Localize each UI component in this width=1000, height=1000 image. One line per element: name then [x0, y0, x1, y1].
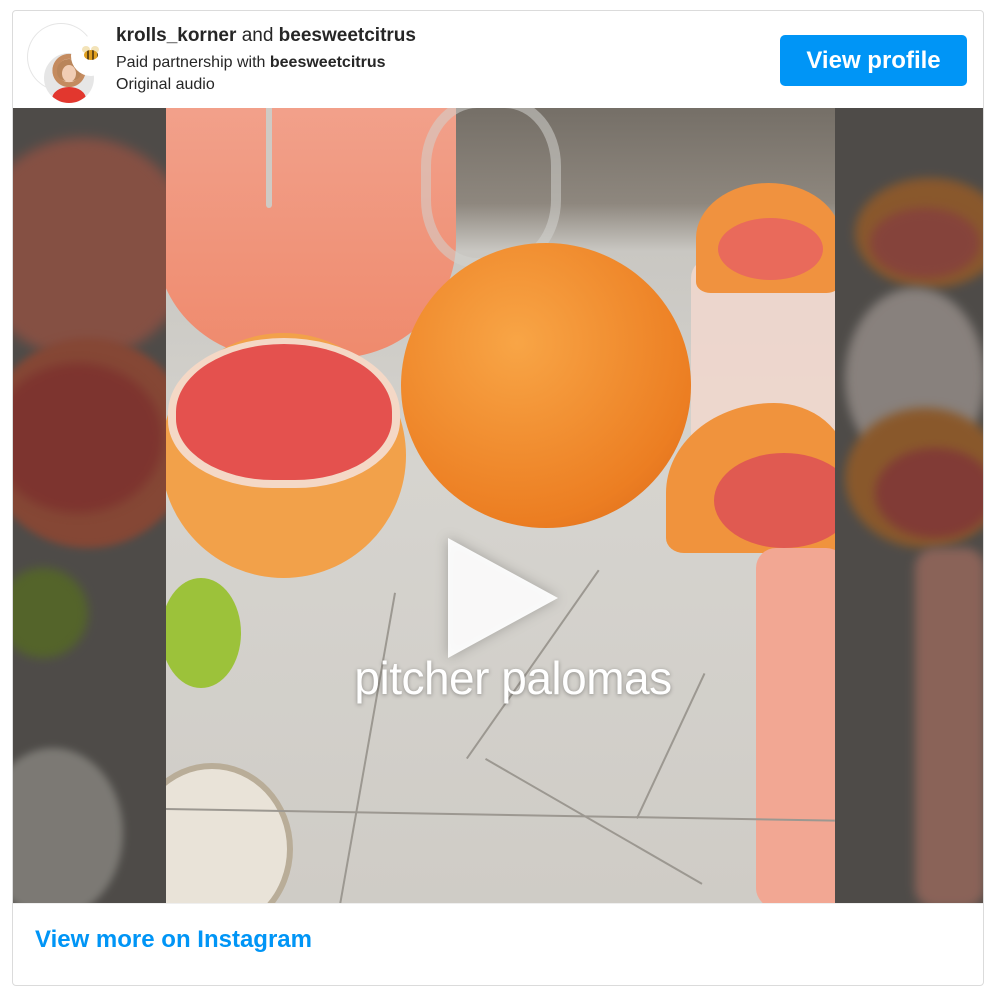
blurred-side-left	[13, 108, 166, 903]
view-more-on-instagram-link[interactable]: View more on Instagram	[35, 926, 312, 954]
instagram-embed-card: krolls_korner and beesweetcitrus Paid pa…	[12, 10, 984, 986]
post-header: krolls_korner and beesweetcitrus Paid pa…	[13, 11, 983, 108]
video-overlay-text: pitcher palomas	[354, 652, 672, 704]
brand-avatar[interactable]	[71, 36, 111, 76]
video-frame	[166, 108, 835, 903]
partnership-prefix: Paid partnership with	[116, 54, 266, 71]
video-preview[interactable]: pitcher palomas	[13, 108, 983, 903]
audio-label[interactable]: Original audio	[116, 76, 215, 94]
author-primary-link[interactable]: krolls_korner	[116, 25, 236, 46]
paid-partnership-label: Paid partnership with beesweetcitrus	[116, 54, 385, 72]
authors-joiner: and	[241, 25, 274, 46]
post-authors: krolls_korner and beesweetcitrus	[116, 25, 416, 47]
author-secondary-link[interactable]: beesweetcitrus	[279, 25, 416, 46]
partnership-brand-link[interactable]: beesweetcitrus	[270, 54, 386, 71]
avatar-group[interactable]	[27, 23, 111, 103]
play-icon[interactable]	[448, 538, 558, 658]
view-profile-button[interactable]: View profile	[780, 35, 967, 86]
post-footer: View more on Instagram	[13, 903, 983, 985]
blurred-side-right	[835, 108, 983, 903]
bee-logo-icon	[79, 46, 103, 62]
